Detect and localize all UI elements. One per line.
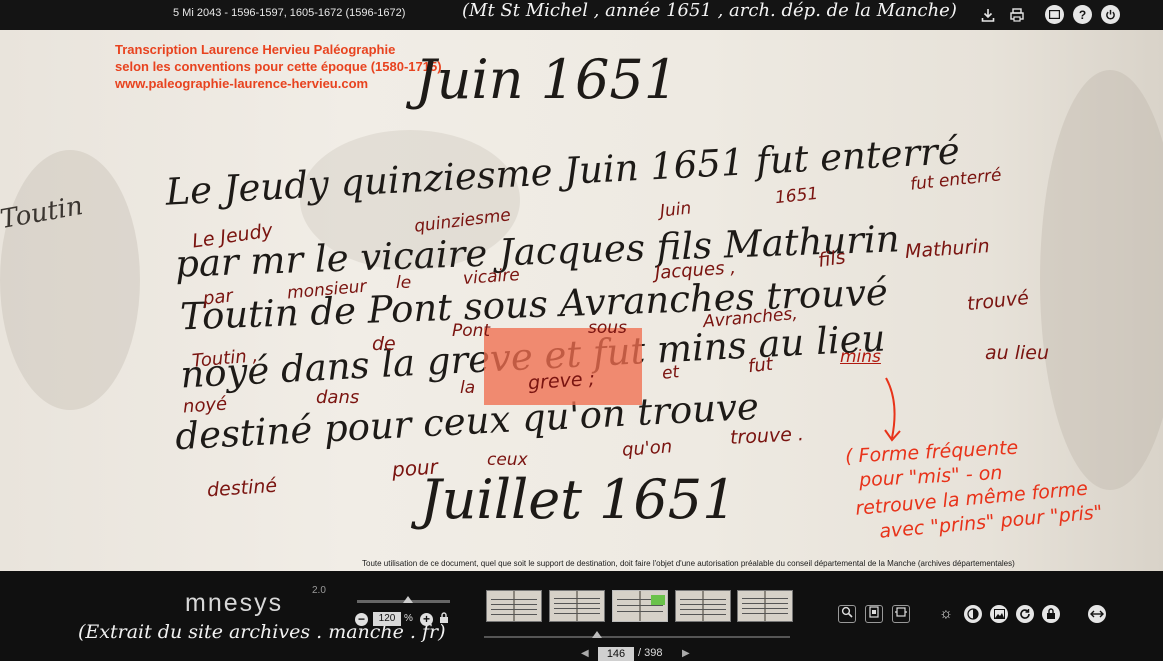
transcription-word: vicaire bbox=[462, 265, 521, 289]
transcription-word: au lieu bbox=[985, 342, 1050, 364]
zoom-unit: % bbox=[404, 613, 413, 624]
transcription-word: trouvé bbox=[966, 286, 1030, 316]
zoom-slider-handle[interactable] bbox=[403, 596, 414, 603]
document-viewer[interactable]: Transcription Laurence Hervieu Paléograp… bbox=[0, 30, 1163, 571]
paper-stain bbox=[0, 150, 140, 410]
page-thumbnail[interactable] bbox=[675, 590, 731, 622]
bottom-toolbar: mnesys 2.0 (Extrait du site archives . m… bbox=[0, 571, 1163, 661]
zoom-out-button[interactable]: − bbox=[355, 613, 368, 626]
transcription-word: 1651 bbox=[774, 183, 820, 209]
paleography-note: ( Forme fréquente pour "mis" - on retrou… bbox=[845, 437, 1104, 543]
fit-width-icon[interactable] bbox=[892, 605, 910, 623]
logo-version: 2.0 bbox=[312, 585, 326, 596]
rotate-icon[interactable] bbox=[1016, 605, 1034, 623]
handwritten-source-annotation: (Mt St Michel , année 1651 , arch. dép. … bbox=[462, 0, 957, 21]
document-title: 5 Mi 2043 - 1596-1597, 1605-1672 (1596-1… bbox=[173, 7, 406, 19]
transcription-word: Juin bbox=[659, 198, 693, 222]
total-pages: 398 bbox=[644, 647, 663, 659]
transcription-word: la bbox=[460, 378, 476, 398]
transcription-word: pour bbox=[391, 454, 439, 482]
transcription-word: fut bbox=[746, 353, 774, 378]
manuscript-month-heading: Juin 1651 bbox=[415, 48, 679, 111]
page-separator: / bbox=[638, 647, 642, 659]
transcription-word: greve ; bbox=[527, 367, 596, 395]
top-toolbar: 5 Mi 2043 - 1596-1597, 1605-1672 (1596-1… bbox=[0, 0, 1163, 30]
page-slider-handle[interactable] bbox=[592, 631, 602, 638]
download-icon[interactable] bbox=[977, 4, 999, 26]
credit-link[interactable]: www.paleographie-laurence-hervieu.com bbox=[115, 75, 442, 92]
lock-icon[interactable] bbox=[1042, 605, 1060, 623]
transcription-word: trouve . bbox=[729, 423, 805, 449]
page-thumbnail[interactable] bbox=[737, 590, 793, 622]
fullscreen-icon[interactable] bbox=[1045, 5, 1064, 24]
page-total: / 398 bbox=[638, 647, 662, 659]
transcription-word: fils bbox=[816, 246, 847, 272]
page-slider[interactable] bbox=[484, 636, 790, 638]
transcription-word: le bbox=[396, 273, 412, 293]
brightness-icon[interactable]: ☼ bbox=[937, 605, 955, 623]
fit-page-icon[interactable] bbox=[865, 605, 883, 623]
transcription-word: et bbox=[661, 362, 681, 384]
transcription-word: destiné bbox=[206, 474, 278, 502]
lock-icon[interactable] bbox=[439, 612, 449, 627]
transcription-word: noyé bbox=[182, 393, 228, 418]
contrast-icon[interactable] bbox=[964, 605, 982, 623]
page-thumbnail[interactable] bbox=[549, 590, 605, 622]
transcription-word: sous bbox=[588, 318, 627, 338]
transcription-word: de bbox=[372, 333, 396, 355]
mnesys-logo: mnesys bbox=[185, 589, 284, 617]
previous-page-button[interactable]: ◀ bbox=[581, 648, 589, 659]
transcription-credit: Transcription Laurence Hervieu Paléograp… bbox=[115, 41, 442, 92]
transcription-word: qu'on bbox=[621, 436, 673, 461]
manuscript-next-heading: Juillet 1651 bbox=[420, 468, 737, 531]
magnifier-icon[interactable] bbox=[838, 605, 856, 623]
current-page-marker bbox=[651, 595, 665, 605]
note-arrow bbox=[884, 377, 901, 442]
power-icon[interactable] bbox=[1101, 5, 1120, 24]
transcription-word: ceux bbox=[487, 450, 528, 470]
paper-stain bbox=[1040, 70, 1163, 490]
transcription-word: Mathurin bbox=[904, 235, 991, 263]
transcription-highlight bbox=[484, 328, 642, 405]
transcription-word: Pont bbox=[452, 321, 491, 341]
page-number-input[interactable]: 146 bbox=[598, 647, 634, 661]
zoom-input[interactable]: 120 bbox=[373, 612, 401, 626]
zoom-in-button[interactable]: + bbox=[420, 613, 433, 626]
copyright-notice: Toute utilisation de ce document, quel q… bbox=[362, 559, 1015, 568]
credit-line: selon les conventions pour cette époque … bbox=[115, 59, 442, 74]
credit-line: Transcription Laurence Hervieu Paléograp… bbox=[115, 42, 396, 57]
transcription-word: dans bbox=[316, 387, 360, 408]
transcription-word: mins bbox=[840, 347, 881, 367]
help-icon[interactable]: ? bbox=[1073, 5, 1092, 24]
manuscript-line: Le Jeudy quinziesme Juin 1651 fut enterr… bbox=[164, 129, 961, 214]
next-page-button[interactable]: ▶ bbox=[682, 648, 690, 659]
print-icon[interactable] bbox=[1006, 4, 1028, 26]
transcription-word: par bbox=[201, 285, 234, 310]
image-icon[interactable] bbox=[990, 605, 1008, 623]
page-thumbnail[interactable] bbox=[486, 590, 542, 622]
pan-icon[interactable] bbox=[1088, 605, 1106, 623]
